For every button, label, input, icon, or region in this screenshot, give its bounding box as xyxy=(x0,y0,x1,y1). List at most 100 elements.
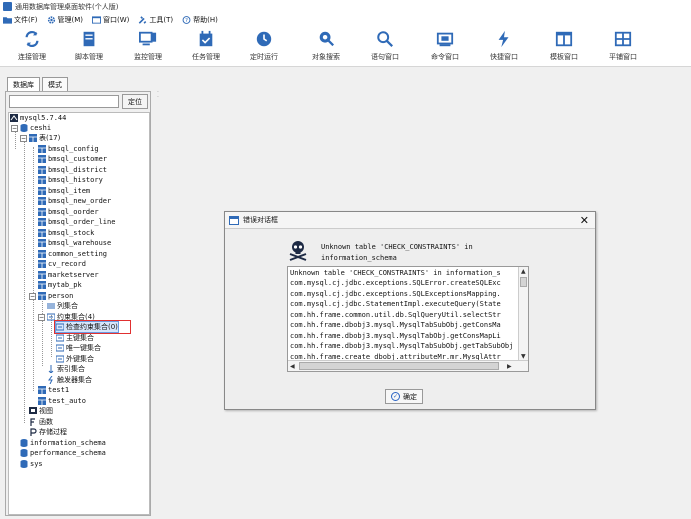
tree-node-table[interactable]: bmsql_stock xyxy=(38,228,94,238)
tree-node-table[interactable]: bmsql_history xyxy=(38,175,103,185)
tree-node-procedures[interactable]: 存储过程 xyxy=(29,427,67,437)
tree-node-label: 外键集合 xyxy=(66,355,94,363)
tree-node-table[interactable]: bmsql_item xyxy=(38,186,90,196)
quick-window-button[interactable]: 快捷窗口 xyxy=(476,30,532,64)
menu-tools[interactable]: 工具(T) xyxy=(138,15,173,25)
scroll-down-icon[interactable]: ▼ xyxy=(521,353,526,360)
tree-node-label: mysql5.7.44 xyxy=(20,114,67,122)
tree-node-table[interactable]: bmsql_customer xyxy=(38,154,107,164)
menu-manage[interactable]: 管理(M) xyxy=(47,15,84,25)
database-icon xyxy=(20,460,28,468)
object-search-button[interactable]: 对象搜索 xyxy=(298,30,354,64)
ok-button[interactable]: ✓ 确定 xyxy=(385,389,423,404)
menu-manage-label: 管理(M) xyxy=(57,16,84,24)
menu-window[interactable]: 窗口(W) xyxy=(92,15,129,25)
tree-node-database[interactable]: ceshi xyxy=(20,123,51,133)
skull-icon xyxy=(289,241,307,261)
script-manager-button[interactable]: 脚本管理 xyxy=(61,30,117,64)
locate-button[interactable]: 定位 xyxy=(122,94,148,109)
collapse-icon[interactable]: − xyxy=(29,293,36,300)
tree-node-table[interactable]: bmsql_district xyxy=(38,165,107,175)
tree-node-label: performance_schema xyxy=(30,449,106,457)
dialog-title-bar[interactable]: 错误对话框 ✕ xyxy=(225,212,595,229)
task-manager-button[interactable]: 任务管理 xyxy=(178,30,234,64)
toolbar-label: 连接管理 xyxy=(18,53,46,61)
tree-node-tables[interactable]: 表(17) xyxy=(29,133,60,143)
tree-node-primary-keys[interactable]: 主键集合 xyxy=(56,333,94,343)
template-window-button[interactable]: 模板窗口 xyxy=(536,30,592,64)
tree-node-table[interactable]: bmsql_warehouse xyxy=(38,238,111,248)
tree-node-table[interactable]: bmsql_new_order xyxy=(38,196,111,206)
toolbar: 连接管理 脚本管理 监控管理 任务管理 定时运行 对象搜索 语句窗口 命令窗口 … xyxy=(0,27,691,67)
tree-node-functions[interactable]: 函数 xyxy=(29,417,53,427)
tools-icon xyxy=(139,16,147,24)
collapse-icon[interactable]: − xyxy=(11,125,18,132)
tree-search-input[interactable] xyxy=(9,95,119,108)
tab-database[interactable]: 数据库 xyxy=(7,77,40,91)
tree-node-table[interactable]: common_setting xyxy=(38,249,107,259)
scroll-left-icon[interactable]: ◀ xyxy=(290,363,295,370)
tree-node-table[interactable]: bmsql_oorder xyxy=(38,207,99,217)
tree-node-label: bmsql_district xyxy=(48,166,108,174)
scheduled-run-button[interactable]: 定时运行 xyxy=(236,30,292,64)
collapse-icon[interactable]: − xyxy=(38,314,45,321)
scroll-right-icon[interactable]: ▶ xyxy=(507,363,512,370)
statement-window-button[interactable]: 语句窗口 xyxy=(357,30,413,64)
function-icon xyxy=(30,418,35,426)
tree-node-foreign-keys[interactable]: 外键集合 xyxy=(56,354,94,364)
horizontal-scrollbar[interactable]: ◀ ▶ xyxy=(288,360,528,371)
error-message-line: Unknown table 'CHECK_CONSTRAINTS' in xyxy=(321,243,473,251)
monitor-icon xyxy=(139,31,157,46)
scroll-up-icon[interactable]: ▲ xyxy=(521,268,526,275)
database-icon xyxy=(20,449,28,457)
tree-node-table-person[interactable]: person xyxy=(38,291,73,301)
collapse-icon[interactable]: − xyxy=(20,135,27,142)
tree-node-unique-keys[interactable]: 唯一键集合 xyxy=(56,343,101,353)
tree-node-triggers[interactable]: 触发器集合 xyxy=(47,375,92,385)
tree-node-label: 函数 xyxy=(39,418,53,426)
scroll-thumb[interactable] xyxy=(520,277,527,287)
tree-node-database[interactable]: sys xyxy=(20,459,43,469)
menu-file[interactable]: 文件(F) xyxy=(3,15,38,25)
tree-node-columns[interactable]: 列集合 xyxy=(47,301,78,311)
tree-node-database[interactable]: performance_schema xyxy=(20,448,106,458)
tree-node-indexes[interactable]: 索引集合 xyxy=(47,364,85,374)
command-window-button[interactable]: 命令窗口 xyxy=(417,30,473,64)
error-message: Unknown table 'CHECK_CONSTRAINTS' in inf… xyxy=(321,242,521,264)
tree-node-database[interactable]: information_schema xyxy=(20,438,106,448)
stack-trace-textarea[interactable]: Unknown table 'CHECK_CONSTRAINTS' in inf… xyxy=(287,266,529,372)
table-icon xyxy=(38,239,46,247)
menu-help-label: 帮助(H) xyxy=(193,16,218,24)
scroll-thumb[interactable] xyxy=(299,362,499,370)
tree-node-table[interactable]: mytab_pk xyxy=(38,280,82,290)
terminal-icon xyxy=(436,32,454,47)
menu-help[interactable]: ? 帮助(H) xyxy=(182,15,218,25)
tree-node-table[interactable]: cv_record xyxy=(38,259,86,269)
tree-node-table[interactable]: marketserver xyxy=(38,270,99,280)
server-icon xyxy=(10,114,18,122)
tile-icon xyxy=(614,31,632,47)
vertical-scrollbar[interactable]: ▲ ▼ xyxy=(518,267,528,361)
tree-node-views[interactable]: 视图 xyxy=(29,406,53,416)
menu-window-label: 窗口(W) xyxy=(103,16,130,24)
stack-trace-line: com.mysql.cj.jdbc.exceptions.SQLExceptio… xyxy=(290,290,501,298)
monitor-manager-button[interactable]: 监控管理 xyxy=(120,30,176,64)
tree-node-table[interactable]: test1 xyxy=(38,385,69,395)
close-icon[interactable]: ✕ xyxy=(580,214,589,227)
clock-icon xyxy=(256,31,272,47)
highlight-box xyxy=(54,320,131,334)
tree-node-label: 主键集合 xyxy=(66,334,94,342)
tree-node-connection[interactable]: mysql5.7.44 xyxy=(10,113,66,123)
tree-node-label: bmsql_stock xyxy=(48,229,95,237)
app-logo-icon xyxy=(3,2,12,11)
connection-manager-button[interactable]: 连接管理 xyxy=(4,30,60,64)
tree-node-table[interactable]: bmsql_order_line xyxy=(38,217,115,227)
lightning-icon xyxy=(498,30,509,48)
tab-schema[interactable]: 模式 xyxy=(42,77,68,91)
tree-node-table[interactable]: bmsql_config xyxy=(38,144,99,154)
window-icon xyxy=(92,16,102,24)
tree-node-label: ceshi xyxy=(30,124,52,132)
tile-window-button[interactable]: 平铺窗口 xyxy=(595,30,651,64)
tree-node-table[interactable]: test_auto xyxy=(38,396,86,406)
database-tree[interactable]: mysql5.7.44 − ceshi − 表(17) bmsql_config… xyxy=(8,112,150,515)
